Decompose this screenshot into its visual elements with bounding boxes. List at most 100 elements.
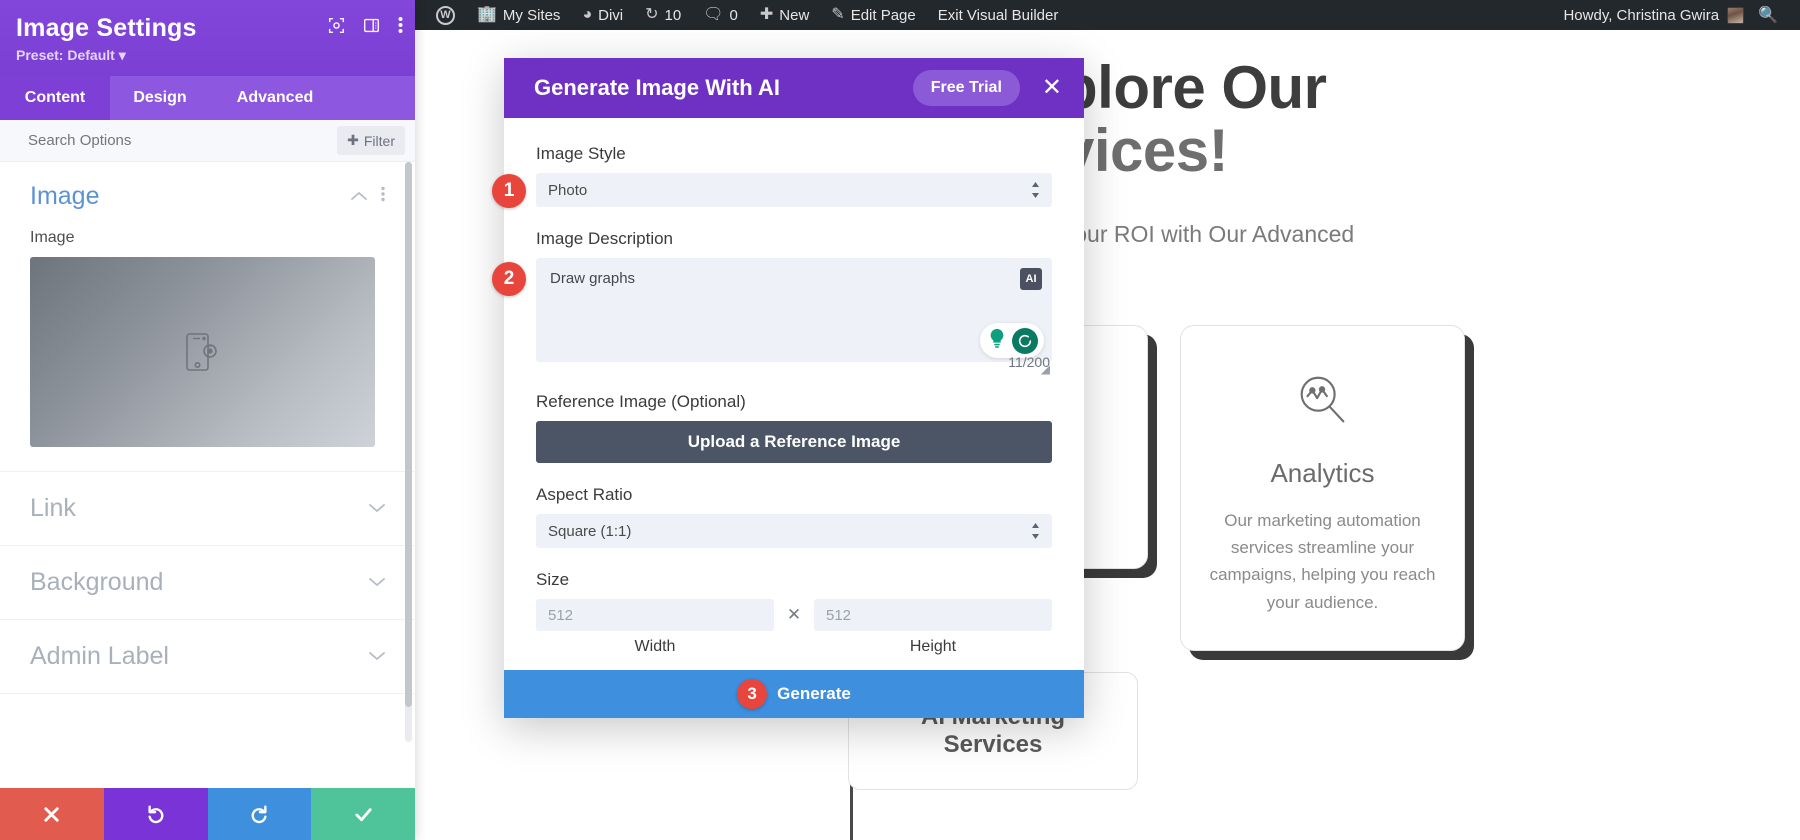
admin-bar-label: 10 [664, 6, 682, 24]
panel-body: Image Image Link Background Admin Label [0, 162, 415, 788]
image-field-label: Image [30, 229, 75, 246]
section-background-title: Background [30, 568, 164, 596]
phone-camera-placeholder-icon [185, 333, 217, 371]
upload-reference-image-button[interactable]: Upload a Reference Image [536, 421, 1052, 463]
image-style-label: Image Style [536, 144, 626, 163]
aspect-ratio-select[interactable]: Square (1:1) [536, 514, 1052, 548]
modal-body: Image Style Photo Image Description Draw… [504, 118, 1084, 670]
section-image: Image Image [0, 162, 415, 447]
admin-bar-item-new[interactable]: ✚ New [749, 0, 820, 30]
magnifier-waveform-icon [1292, 370, 1354, 432]
redo-button[interactable] [207, 788, 312, 840]
page-title-line2: vices! [1061, 117, 1229, 184]
filter-button[interactable]: ✚ Filter [337, 126, 405, 155]
admin-bar-item-my-sites[interactable]: 🏢 My Sites [466, 0, 571, 30]
admin-bar-label: Divi [598, 6, 624, 24]
avatar[interactable] [1727, 6, 1745, 24]
chevron-down-icon: ▾ [118, 47, 126, 63]
lightbulb-idea-icon[interactable] [986, 327, 1008, 354]
width-input[interactable]: 512 [536, 599, 774, 631]
tab-advanced[interactable]: Advanced [210, 76, 340, 120]
section-link[interactable]: Link [0, 471, 415, 546]
image-description-input[interactable]: Draw graphs [536, 258, 1052, 362]
search-icon[interactable]: 🔍 [1744, 5, 1788, 25]
height-caption: Height [909, 638, 957, 655]
generate-image-modal: Generate Image With AI Free Trial ✕ Imag… [504, 58, 1084, 718]
checkmark-icon [355, 807, 372, 821]
wordpress-admin-bar: 🏢 My Sites ◕ Divi ↻ 10 🗨 0 ✚ New [415, 0, 1800, 30]
page-title-line1: plore Our [1061, 54, 1327, 121]
modal-title: Generate Image With AI [534, 75, 780, 100]
wordpress-logo-icon [436, 5, 455, 25]
search-options-bar: ✚ Filter [0, 120, 415, 162]
width-caption: Width [634, 638, 676, 655]
search-input[interactable] [28, 132, 338, 149]
free-trial-badge[interactable]: Free Trial [912, 70, 1020, 106]
admin-bar-label: 0 [729, 6, 738, 24]
size-inputs-row: 512 ✕ 512 [536, 599, 1052, 631]
admin-bar-item-exit-visual-builder[interactable]: Exit Visual Builder [927, 0, 1070, 30]
plus-icon: ✚ [347, 132, 359, 148]
panel-tabs: Content Design Advanced [0, 76, 415, 120]
image-description-wrapper: Draw graphs AI 11/200 ◢ [536, 258, 1052, 376]
section-link-title: Link [30, 494, 76, 522]
refresh-spinner-icon[interactable] [1012, 327, 1038, 354]
section-background[interactable]: Background [0, 546, 415, 620]
admin-bar-item-updates[interactable]: ↻ 10 [634, 0, 692, 30]
step-badge-2: 2 [492, 262, 526, 296]
sites-icon: 🏢 [477, 6, 497, 23]
comments-icon: 🗨 [703, 6, 724, 23]
generate-button[interactable]: 3 Generate [504, 670, 1084, 718]
image-preview[interactable] [30, 257, 375, 447]
close-x-icon [44, 806, 59, 822]
chevron-down-icon [369, 574, 385, 592]
plus-icon: ✚ [759, 6, 774, 23]
chevron-up-icon[interactable] [351, 188, 367, 206]
admin-bar-howdy[interactable]: Howdy, Christina Gwira [1563, 7, 1727, 24]
section-image-header[interactable]: Image [30, 182, 385, 211]
height-input[interactable]: 512 [814, 599, 1052, 631]
pencil-icon: ✎ [831, 6, 845, 23]
service-card-analytics[interactable]: Analytics Our marketing automation servi… [1180, 325, 1465, 651]
undo-button[interactable] [103, 788, 208, 840]
image-settings-panel: Image Settings Preset: Default ▾ Content… [0, 0, 415, 840]
panel-header-icons [328, 16, 403, 34]
tab-design[interactable]: Design [110, 76, 210, 120]
image-style-value: Photo [548, 181, 588, 199]
image-description-value: Draw graphs [550, 270, 636, 287]
admin-bar-label: Exit Visual Builder [937, 6, 1059, 24]
size-separator-icon: ✕ [786, 605, 802, 624]
admin-bar-item-edit-page[interactable]: ✎ Edit Page [820, 0, 926, 30]
size-captions: Width Height [536, 638, 1052, 656]
modal-header: Generate Image With AI Free Trial ✕ [504, 58, 1084, 118]
close-icon[interactable]: ✕ [1032, 72, 1072, 104]
service-card-title: Analytics [1270, 458, 1375, 488]
reference-image-label: Reference Image (Optional) [536, 392, 746, 411]
aspect-ratio-value: Square (1:1) [548, 522, 632, 540]
kebab-menu-icon[interactable] [398, 16, 403, 34]
focus-target-icon[interactable] [328, 17, 345, 34]
image-style-select[interactable]: Photo [536, 173, 1052, 207]
section-admin-label[interactable]: Admin Label [0, 620, 415, 694]
admin-bar-wp-logo[interactable] [425, 0, 466, 30]
chevron-down-icon [369, 648, 385, 666]
admin-bar-item-divi[interactable]: ◕ Divi [571, 0, 634, 30]
redo-arrow-icon [251, 805, 267, 824]
discard-button[interactable] [0, 788, 104, 840]
admin-bar-item-comments[interactable]: 🗨 0 [692, 0, 749, 30]
ai-badge-icon[interactable]: AI [1020, 268, 1042, 290]
chevron-down-icon [369, 500, 385, 518]
tab-content[interactable]: Content [0, 76, 110, 120]
layout-columns-icon[interactable] [363, 17, 380, 34]
admin-bar-label: New [779, 6, 810, 24]
save-button[interactable] [311, 788, 415, 840]
resize-handle-icon[interactable]: ◢ [1041, 362, 1050, 376]
filter-label: Filter [363, 132, 395, 149]
panel-footer [0, 788, 415, 840]
step-badge-3: 3 [737, 679, 768, 709]
panel-scrollbar[interactable] [405, 162, 412, 742]
panel-preset[interactable]: Preset: Default ▾ [16, 47, 399, 64]
kebab-menu-icon[interactable] [381, 186, 385, 207]
image-description-label: Image Description [536, 229, 674, 248]
size-label: Size [536, 570, 570, 589]
